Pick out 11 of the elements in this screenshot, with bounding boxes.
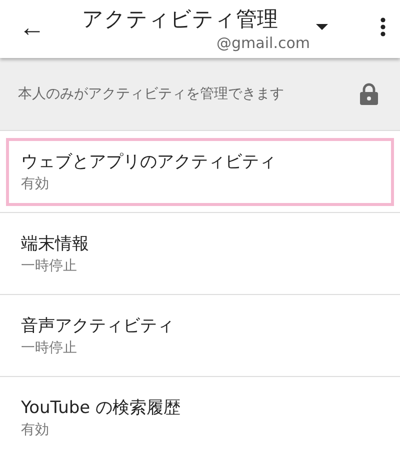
activity-item[interactable]: 端末情報 一時停止 — [6, 220, 394, 288]
activity-item[interactable]: 音声アクティビティ 一時停止 — [6, 302, 394, 370]
back-button[interactable]: ← — [2, 14, 62, 44]
screen-title: アクティビティ管理 — [82, 6, 278, 33]
activity-item[interactable]: ウェブとアプリのアクティビティ 有効 — [6, 138, 394, 206]
lock-icon — [360, 83, 378, 105]
notice-text: 本人のみがアクティビティを管理できます — [18, 85, 284, 103]
dropdown-caret-icon[interactable] — [316, 24, 328, 30]
more-options-icon[interactable] — [380, 17, 386, 37]
activity-item[interactable]: YouTube の検索履歴 有効 — [6, 384, 394, 452]
account-email: @gmail.com — [216, 33, 310, 53]
